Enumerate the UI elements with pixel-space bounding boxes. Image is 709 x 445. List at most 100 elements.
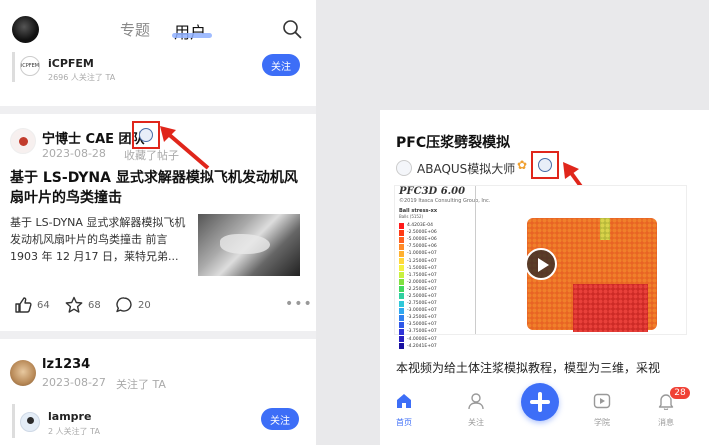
video-divider	[475, 186, 476, 334]
legend-swatch	[399, 343, 404, 350]
legend-swatch	[399, 222, 404, 229]
legend-row: -2.7500E+07	[399, 300, 469, 307]
follow-user-name[interactable]: lampre	[48, 410, 91, 423]
legend-swatch	[399, 286, 404, 293]
notification-badge: 28	[669, 386, 691, 400]
legend-row: -1.0000E+07	[399, 250, 469, 257]
verified-badge-icon	[538, 158, 552, 172]
verified-badge-icon	[139, 128, 153, 142]
tab-follow-label: 关注	[468, 418, 484, 427]
legend-row: -3.7500E+07	[399, 328, 469, 335]
flower-icon: ✿	[517, 158, 528, 172]
follow-button[interactable]: 关注	[261, 408, 299, 430]
legend-row: -3.2500E+07	[399, 314, 469, 321]
play-icon[interactable]	[525, 248, 557, 280]
more-options-icon[interactable]: •••	[285, 296, 313, 312]
highlight-box	[132, 121, 160, 149]
legend-swatch	[399, 293, 404, 300]
stress-legend: 4.4203E-04 -2.5000E+06 -5.0000E+06 -7.5000E…	[399, 222, 469, 350]
legend-swatch	[399, 229, 404, 236]
video-player[interactable]: PFC3D 6.00 ©2019 Itasca Consulting Group…	[394, 185, 687, 350]
red-arrow-icon	[160, 126, 210, 170]
legend-label: -4.0000E+07	[407, 336, 437, 342]
like-stat[interactable]: 64	[14, 296, 50, 314]
person-icon	[468, 393, 484, 410]
tab-messages-label: 消息	[658, 418, 674, 427]
legend-row: -2.0000E+07	[399, 279, 469, 286]
legend-swatch	[399, 250, 404, 257]
comment-count: 20	[138, 299, 151, 311]
legend-label: -4.2041E+07	[407, 343, 437, 349]
tab-academy-label: 学院	[594, 418, 610, 427]
video-sim-title: PFC3D 6.00	[399, 186, 466, 197]
post-excerpt[interactable]: 基于 LS-DYNA 显式求解器模拟飞机发动机风扇叶片的鸟类撞击 前言 1903…	[10, 214, 190, 265]
create-post-button[interactable]	[521, 383, 559, 421]
profile-avatar[interactable]	[12, 16, 39, 43]
legend-swatch	[399, 243, 404, 250]
tab-home[interactable]: 首页	[384, 392, 424, 428]
star-icon	[65, 296, 83, 313]
legend-row: -2.5000E+06	[399, 229, 469, 236]
legend-label: -7.5000E+06	[407, 244, 437, 250]
legend-swatch	[399, 321, 404, 328]
legend-label: -3.0000E+07	[407, 308, 437, 314]
legend-label: -3.7500E+07	[407, 329, 437, 335]
post-author[interactable]: 宁博士 CAE 团队	[42, 128, 145, 147]
star-stat[interactable]: 68	[65, 296, 101, 314]
video-post-panel: PFC压浆劈裂模拟 ABAQUS模拟大师 ✿ PFC3D 6.00 ©2019 …	[380, 110, 709, 445]
legend-swatch	[399, 300, 404, 307]
user-action: 关注了 TA	[116, 378, 166, 391]
legend-label: -2.0000E+07	[407, 279, 437, 285]
follow-user-name[interactable]: iCPFEM	[48, 57, 94, 70]
tab-academy[interactable]: 学院	[582, 392, 622, 428]
search-icon[interactable]	[282, 19, 302, 39]
active-tab-indicator	[172, 33, 212, 38]
user-name[interactable]: lz1234	[42, 357, 90, 372]
user-avatar[interactable]	[10, 360, 36, 386]
follow-button[interactable]: 关注	[262, 54, 300, 76]
legend-swatch	[399, 265, 404, 272]
post-title[interactable]: 基于 LS-DYNA 显式求解器模拟飞机发动机风扇叶片的鸟类撞击	[10, 168, 310, 208]
legend-swatch	[399, 336, 404, 343]
star-count: 68	[88, 299, 101, 311]
legend-label: -1.5000E+07	[407, 265, 437, 271]
legend-row: -5.0000E+06	[399, 236, 469, 243]
legend-swatch	[399, 236, 404, 243]
legend-row: -3.0000E+07	[399, 307, 469, 314]
legend-subtitle: Balls (5152)	[399, 214, 424, 219]
user-date: 2023-08-27	[42, 376, 106, 389]
follow-row-divider	[12, 52, 15, 82]
highlight-box	[531, 151, 559, 179]
legend-row: -2.2500E+07	[399, 286, 469, 293]
video-author[interactable]: ABAQUS模拟大师	[417, 160, 515, 177]
legend-label: -3.5000E+07	[407, 322, 437, 328]
legend-swatch	[399, 328, 404, 335]
video-description[interactable]: 本视频为给土体注浆模拟教程，模型为三维，采视	[396, 359, 701, 376]
post-date: 2023-08-28	[42, 147, 106, 160]
legend-swatch	[399, 279, 404, 286]
legend-label: -2.5000E+06	[407, 230, 437, 236]
tab-home-label: 首页	[396, 418, 412, 427]
bottom-tab-bar: 首页 关注 学院 消息 28	[380, 380, 709, 445]
tab-users[interactable]: 用户	[174, 19, 206, 43]
post-thumbnail[interactable]	[198, 214, 300, 276]
legend-label: -1.7500E+07	[407, 272, 437, 278]
video-copyright: ©2019 Itasca Consulting Group, Inc.	[399, 198, 491, 204]
icpfem-logo: iCPFEM	[20, 56, 40, 76]
legend-row: -7.5000E+06	[399, 243, 469, 250]
tab-topics[interactable]: 专题	[120, 19, 150, 40]
legend-row: -4.0000E+07	[399, 336, 469, 343]
comment-stat[interactable]: 20	[115, 296, 151, 314]
simulation-high-stress-zone	[573, 284, 648, 332]
play-square-icon	[593, 393, 611, 409]
tab-follow[interactable]: 关注	[456, 392, 496, 428]
legend-swatch	[399, 272, 404, 279]
follow-row-divider	[12, 404, 15, 438]
section-divider	[0, 106, 316, 114]
lampre-avatar	[20, 412, 40, 432]
legend-row: -1.7500E+07	[399, 272, 469, 279]
follower-count: 2 人关注了 TA	[48, 427, 100, 436]
author-avatar[interactable]	[10, 128, 36, 154]
like-count: 64	[37, 299, 50, 311]
video-post-title[interactable]: PFC压浆劈裂模拟	[396, 132, 510, 152]
